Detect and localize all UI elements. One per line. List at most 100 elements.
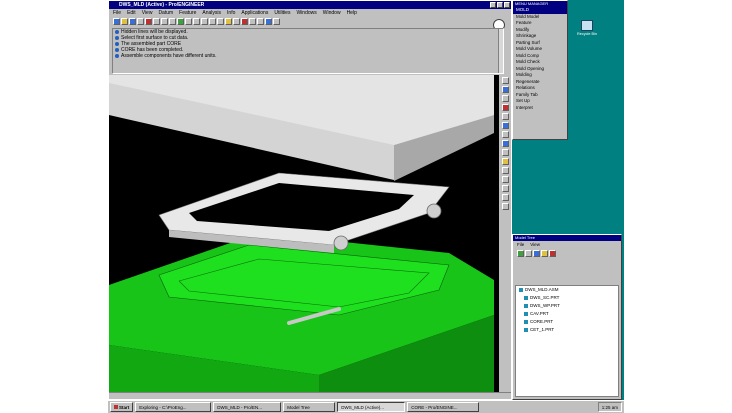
new-icon[interactable] — [113, 18, 120, 25]
save-icon[interactable] — [129, 18, 136, 25]
menu-info[interactable]: Info — [227, 9, 235, 17]
model-tree-title: Model Tree — [515, 235, 536, 240]
datum-axes-icon[interactable] — [233, 18, 240, 25]
windows-logo-icon — [114, 405, 118, 409]
tree-filter-icon[interactable] — [533, 250, 540, 257]
datum-planes-icon[interactable] — [225, 18, 232, 25]
tree-collapse-icon[interactable] — [525, 250, 532, 257]
tree-expand-icon[interactable] — [517, 250, 524, 257]
tree-item[interactable]: DWS_MLD.ASM — [516, 286, 618, 294]
info-icon — [115, 30, 119, 34]
maximize-button[interactable] — [497, 2, 503, 8]
menu-datum[interactable]: Datum — [158, 9, 173, 17]
close-button[interactable] — [504, 2, 510, 8]
part-icon — [524, 296, 528, 300]
tree-menu-file[interactable]: File — [517, 241, 524, 249]
round-icon[interactable] — [501, 113, 509, 120]
hidden-line-icon[interactable] — [201, 18, 208, 25]
status-bar — [109, 392, 511, 399]
draft-icon[interactable] — [501, 131, 509, 138]
model-tree-pane: DWS_MLD.ASM DWS_SC.PRT DWS_WP.PRT CAV.PR… — [515, 285, 619, 397]
taskbar-item[interactable]: Model Tree — [283, 402, 336, 412]
tree-settings-icon[interactable] — [549, 250, 556, 257]
tree-item[interactable]: DWS_SC.PRT — [516, 294, 618, 302]
tree-columns-icon[interactable] — [541, 250, 548, 257]
desktop-icon-label: Recycle Bin — [576, 32, 598, 36]
mirror-icon[interactable] — [501, 167, 509, 174]
message-scrollbar[interactable] — [498, 29, 503, 73]
minimize-button[interactable] — [490, 2, 496, 8]
mold-3d-model — [109, 75, 494, 393]
taskbar-item-active[interactable]: DWS_MLD (Active)... — [337, 402, 406, 412]
model-tree-toolbar — [513, 249, 621, 259]
trim-icon[interactable] — [501, 194, 509, 201]
part-icon — [524, 304, 528, 308]
menu-applications[interactable]: Applications — [241, 9, 268, 17]
menu-analysis[interactable]: Analysis — [202, 9, 221, 17]
menu-edit[interactable]: Edit — [127, 9, 136, 17]
part-icon — [524, 312, 528, 316]
model-tree-window: Model Tree File View DWS_MLD.ASM DWS_SC.… — [512, 234, 622, 400]
menu-utilities[interactable]: Utilities — [274, 9, 290, 17]
graphics-viewport[interactable] — [109, 75, 499, 393]
tree-item[interactable]: CORE.PRT — [516, 318, 618, 326]
copy-icon[interactable] — [501, 176, 509, 183]
taskbar: Start Exploring - C:\ProEng... DWS_MLD -… — [108, 400, 624, 413]
open-icon[interactable] — [121, 18, 128, 25]
shell-icon[interactable] — [501, 140, 509, 147]
chamfer-icon[interactable] — [501, 122, 509, 129]
shading-icon[interactable] — [217, 18, 224, 25]
hole-icon[interactable] — [501, 104, 509, 111]
info-icon — [115, 36, 119, 40]
pattern-icon[interactable] — [501, 158, 509, 165]
repaint-icon[interactable] — [145, 18, 152, 25]
tree-item[interactable]: CET_1.PRT — [516, 326, 618, 334]
menu-view[interactable]: View — [142, 9, 153, 17]
info-icon — [115, 42, 119, 46]
extrude-icon[interactable] — [501, 86, 509, 93]
taskbar-item[interactable]: CORE - Pro/ENGINE... — [407, 402, 480, 412]
main-window: DWS_MLD (Active) - Pro/ENGINEER File Edi… — [108, 0, 512, 400]
menu-help[interactable]: Help — [347, 9, 357, 17]
taskbar-item[interactable]: DWS_MLD - Pro/EN... — [213, 402, 282, 412]
menu-item-interpret[interactable]: Interpret — [513, 105, 567, 112]
message-area: Hidden lines will be displayed. Select f… — [112, 28, 504, 74]
menu-manager: MENU MANAGER MOLD Mold Model Feature Mod… — [512, 0, 568, 140]
refit-icon[interactable] — [169, 18, 176, 25]
window-controls — [490, 2, 510, 8]
menu-windows[interactable]: Windows — [296, 9, 316, 17]
start-button[interactable]: Start — [110, 402, 134, 412]
csys-icon[interactable] — [249, 18, 256, 25]
recycle-bin-icon — [581, 20, 593, 31]
system-tray-clock: 1:25 am — [597, 402, 622, 412]
zoom-in-icon[interactable] — [153, 18, 160, 25]
orient-icon[interactable] — [177, 18, 184, 25]
main-title-bar[interactable]: DWS_MLD (Active) - Pro/ENGINEER — [109, 1, 511, 9]
menu-window[interactable]: Window — [323, 9, 341, 17]
main-toolbar — [109, 17, 511, 27]
spin-center-icon[interactable] — [257, 18, 264, 25]
no-hidden-icon[interactable] — [209, 18, 216, 25]
tree-item[interactable]: DWS_WP.PRT — [516, 302, 618, 310]
offset-icon[interactable] — [501, 203, 509, 210]
menu-file[interactable]: File — [113, 9, 121, 17]
model-tree-icon[interactable] — [265, 18, 272, 25]
merge-icon[interactable] — [501, 185, 509, 192]
right-toolbar — [499, 75, 511, 393]
menu-feature[interactable]: Feature — [179, 9, 196, 17]
datum-points-icon[interactable] — [241, 18, 248, 25]
zoom-out-icon[interactable] — [161, 18, 168, 25]
tree-menu-view[interactable]: View — [530, 241, 540, 249]
tree-item[interactable]: CAV.PRT — [516, 310, 618, 318]
saved-view-icon[interactable] — [185, 18, 192, 25]
taskbar-item[interactable]: Exploring - C:\ProEng... — [135, 402, 212, 412]
sketch-icon[interactable] — [501, 77, 509, 84]
rib-icon[interactable] — [501, 149, 509, 156]
revolve-icon[interactable] — [501, 95, 509, 102]
print-icon[interactable] — [137, 18, 144, 25]
desktop-icon-recycle-bin[interactable]: Recycle Bin — [576, 20, 598, 46]
part-icon — [524, 320, 528, 324]
context-help-icon[interactable] — [273, 18, 280, 25]
wireframe-icon[interactable] — [193, 18, 200, 25]
info-icon — [115, 48, 119, 52]
